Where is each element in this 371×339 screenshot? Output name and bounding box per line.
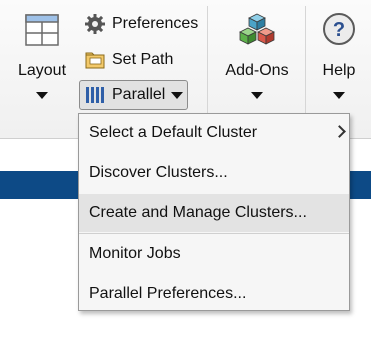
layout-label: Layout (17, 62, 67, 79)
preferences-label: Preferences (112, 15, 199, 32)
parallel-dropdown-arrow[interactable] (171, 91, 184, 99)
submenu-chevron-icon (333, 125, 346, 138)
question-icon: ? (323, 13, 355, 45)
menu-item-select-default-cluster[interactable]: Select a Default Cluster (79, 114, 349, 152)
toolstrip-separator (305, 6, 306, 126)
addons-button[interactable]: Add-Ons (214, 0, 300, 110)
toolstrip-separator (207, 6, 208, 126)
addons-dropdown-arrow[interactable] (251, 92, 263, 99)
gear-icon (84, 13, 106, 35)
folder-path-icon (84, 49, 106, 71)
menu-item-create-manage-clusters[interactable]: Create and Manage Clusters... (79, 194, 349, 232)
set-path-button[interactable]: Set Path (84, 47, 173, 73)
parallel-label: Parallel (112, 86, 166, 103)
preferences-button[interactable]: Preferences (84, 11, 198, 37)
parallel-menu: Select a Default Cluster Discover Cluste… (78, 113, 350, 311)
help-button[interactable]: ? Help (312, 0, 366, 110)
layout-dropdown-arrow[interactable] (36, 92, 48, 99)
addons-label: Add-Ons (225, 62, 289, 79)
menu-item-discover-clusters[interactable]: Discover Clusters... (79, 154, 349, 192)
svg-text:?: ? (333, 19, 345, 41)
help-dropdown-arrow[interactable] (333, 92, 345, 99)
layout-button[interactable]: Layout (8, 0, 76, 110)
menu-item-label: Select a Default Cluster (89, 124, 258, 141)
menu-separator (79, 233, 349, 234)
set-path-label: Set Path (112, 51, 174, 68)
menu-item-parallel-preferences[interactable]: Parallel Preferences... (79, 275, 349, 313)
parallel-button[interactable]: Parallel (79, 80, 189, 110)
menu-item-label: Create and Manage Clusters... (89, 204, 307, 221)
layout-grid-icon (25, 14, 59, 46)
menu-item-label: Discover Clusters... (89, 164, 228, 181)
menu-item-label: Monitor Jobs (89, 245, 181, 262)
cubes-icon (239, 13, 275, 45)
menu-item-monitor-jobs[interactable]: Monitor Jobs (79, 235, 349, 273)
help-label: Help (322, 62, 356, 79)
menu-item-label: Parallel Preferences... (89, 285, 247, 302)
parallel-bars-icon (84, 84, 106, 106)
